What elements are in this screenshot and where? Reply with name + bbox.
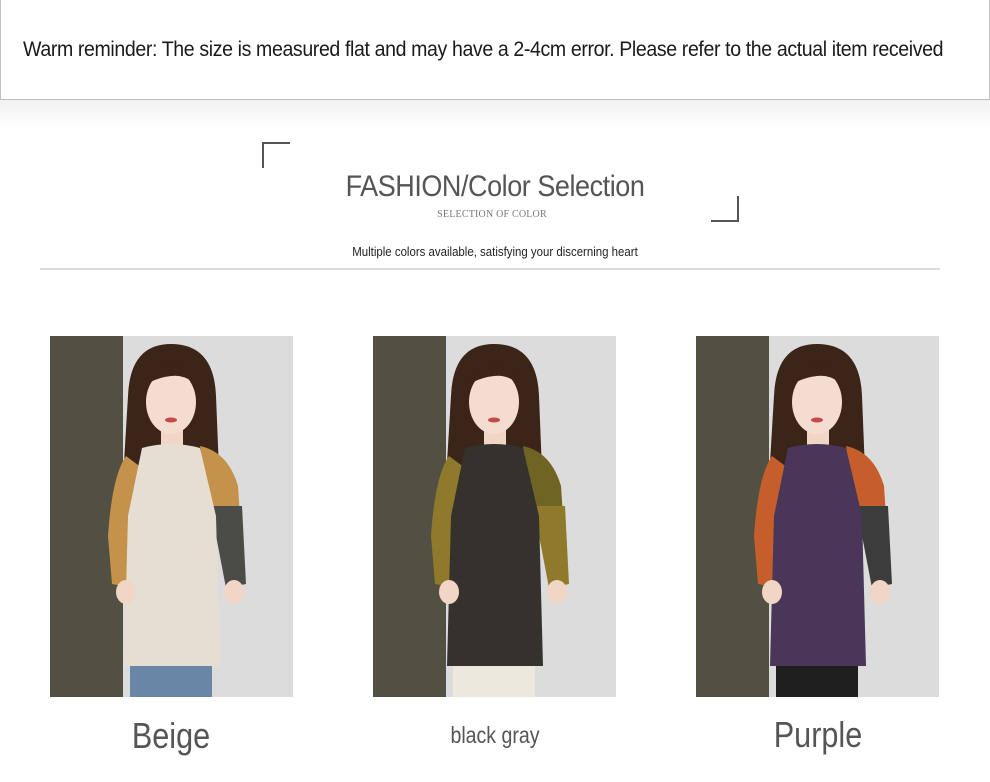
sweater-photo-beige xyxy=(50,336,293,697)
model-right-hand xyxy=(870,580,890,604)
product-card-black-gray[interactable] xyxy=(373,336,616,697)
model-right-hand xyxy=(224,580,244,604)
sweater-body xyxy=(447,444,543,666)
model-lips xyxy=(165,417,177,423)
model-left-hand xyxy=(762,580,782,604)
product-detail-page: Warm reminder: The size is measured flat… xyxy=(0,0,990,782)
banner-shadow xyxy=(0,100,990,130)
sweater-photo-purple xyxy=(696,336,939,697)
product-card-beige[interactable] xyxy=(50,336,293,697)
model-left-hand xyxy=(439,580,459,604)
title-corner-top-left xyxy=(262,142,290,168)
color-label-beige: Beige xyxy=(131,715,211,756)
sweater-body xyxy=(124,444,220,666)
section-title: FASHION/Color Selection xyxy=(345,170,645,203)
section-divider xyxy=(40,268,940,270)
section-tagline: Multiple colors available, satisfying yo… xyxy=(352,244,638,259)
section-subtitle: SELECTION OF COLOR xyxy=(437,209,547,220)
model-lips xyxy=(811,417,823,423)
sweater-body xyxy=(770,444,866,666)
sweater-photo-black-gray xyxy=(373,336,616,697)
color-label-black-gray: black gray xyxy=(450,722,540,748)
model-right-hand xyxy=(547,580,567,604)
color-label-purple: Purple xyxy=(773,714,863,755)
model-left-hand xyxy=(116,580,136,604)
size-reminder-text: Warm reminder: The size is measured flat… xyxy=(23,38,944,61)
size-reminder-banner: Warm reminder: The size is measured flat… xyxy=(0,0,990,100)
product-card-purple[interactable] xyxy=(696,336,939,697)
model-lips xyxy=(488,417,500,423)
